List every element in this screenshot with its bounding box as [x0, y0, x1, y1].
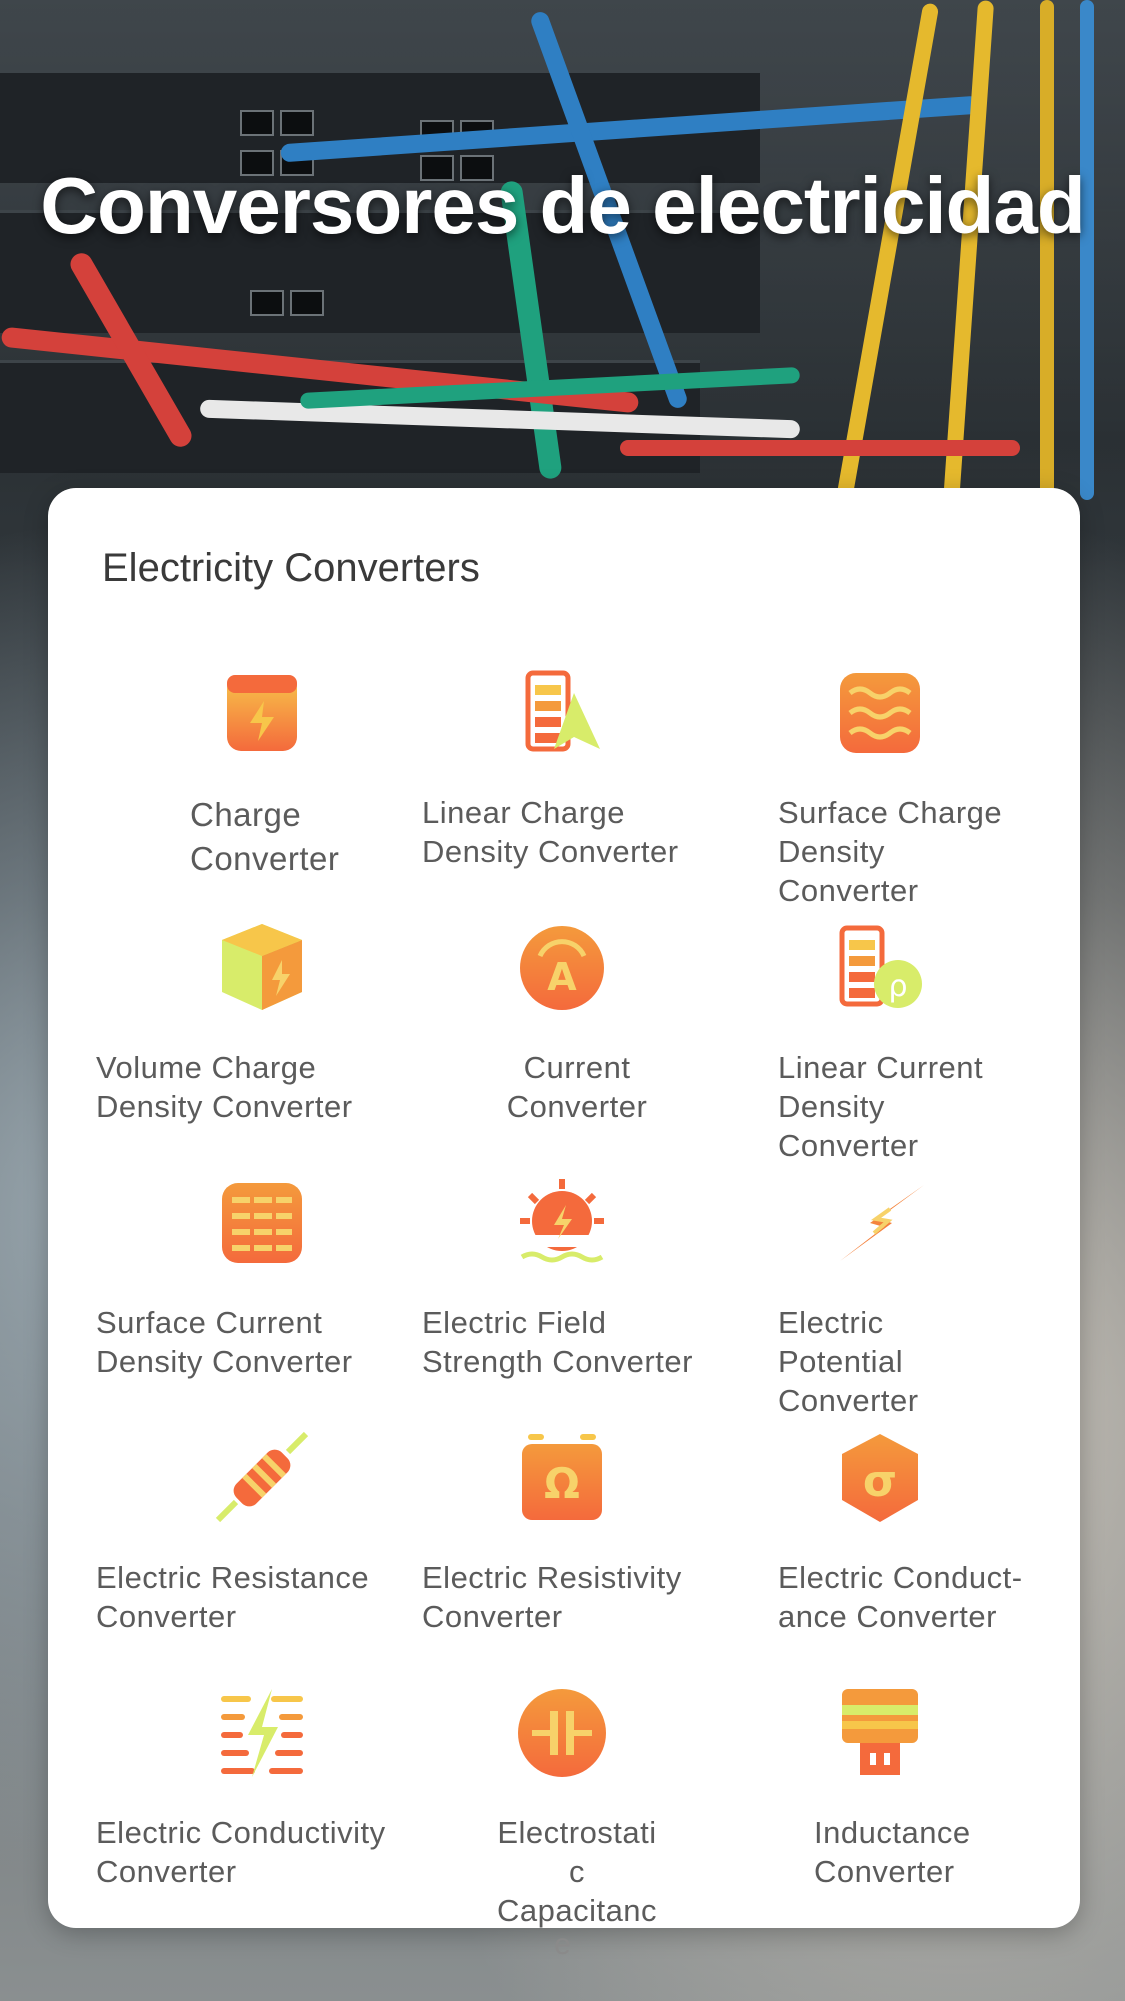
charge-converter-item[interactable]: Charge Converter [102, 663, 442, 913]
item-label: Electrostati c Capacitanc [496, 1815, 658, 1928]
electric-resistance-converter-item[interactable]: Electric Resistance Converter [96, 1428, 436, 1678]
current-icon: A [512, 918, 612, 1018]
item-label: Electric Conductivity Converter [96, 1815, 386, 1889]
surface-charge-density-converter-item[interactable]: Surface Charge Density Converter [778, 663, 1080, 913]
surface-current-density-converter-item[interactable]: Surface Current Density Converter [96, 1173, 436, 1423]
linear-charge-density-icon [512, 663, 612, 763]
surface-current-density-icon [212, 1173, 312, 1273]
electric-conductivity-converter-item[interactable]: Electric Conductivity Converter [96, 1683, 436, 1928]
svg-text:σ: σ [863, 1456, 897, 1507]
item-label: Surface Charge Density Converter [778, 795, 1003, 908]
inductance-converter-item[interactable]: Inductance Converter [778, 1683, 1080, 1928]
linear-current-density-icon: ρ [830, 918, 930, 1018]
electric-conductivity-icon [212, 1683, 312, 1783]
item-label: Inductance Converter [814, 1815, 971, 1889]
electric-field-strength-icon [512, 1173, 612, 1273]
charge-icon [212, 663, 312, 763]
converter-grid: Charge Converter Linear Charge Density Con… [48, 488, 1080, 1928]
item-label: Surface Current Density Converter [96, 1305, 353, 1379]
item-label: Linear Current Density Converter [778, 1050, 984, 1163]
linear-charge-density-converter-item[interactable]: Linear Charge Density Converter [422, 663, 762, 913]
electric-resistance-icon [212, 1428, 312, 1528]
linear-current-density-converter-item[interactable]: ρ Linear Current Density Converter [778, 918, 1080, 1168]
item-label: Electric Resistivity Converter [422, 1560, 682, 1634]
electric-conductance-converter-item[interactable]: σ Electric Conduct-ance Converter [778, 1428, 1080, 1678]
item-label: Volume Charge Density Converter [96, 1050, 353, 1124]
inductance-icon [830, 1683, 930, 1783]
volume-charge-density-converter-item[interactable]: Volume Charge Density Converter [96, 918, 436, 1168]
item-label: Electric Resistance Converter [96, 1560, 370, 1634]
overflow-text: e [554, 1928, 571, 1961]
electric-resistivity-icon: Ω [512, 1428, 612, 1528]
electrostatic-capacitance-converter-item[interactable]: Electrostati c Capacitanc [422, 1683, 762, 1928]
surface-charge-density-icon [830, 663, 930, 763]
electrostatic-capacitance-icon [512, 1683, 612, 1783]
electric-field-strength-converter-item[interactable]: Electric Field Strength Converter [422, 1173, 762, 1423]
item-label: Charge Converter [190, 796, 340, 877]
svg-text:Ω: Ω [544, 1459, 580, 1508]
volume-charge-density-icon [212, 918, 312, 1018]
item-label: Current Converter [506, 1050, 648, 1124]
hero-title: Conversores de electricidad [40, 161, 1086, 250]
item-label: Electric Field Strength Converter [422, 1305, 693, 1379]
electric-potential-icon [830, 1173, 930, 1273]
svg-text:ρ: ρ [888, 969, 907, 1004]
item-label: Linear Charge Density Converter [422, 795, 679, 869]
electric-conductance-icon: σ [830, 1428, 930, 1528]
item-label: Electric Conduct-ance Converter [778, 1560, 1023, 1634]
electric-resistivity-converter-item[interactable]: Ω Electric Resistivity Converter [422, 1428, 762, 1678]
item-label: Electric Potential Converter [778, 1305, 919, 1418]
svg-text:A: A [547, 955, 577, 999]
current-converter-item[interactable]: A Current Converter [422, 918, 762, 1168]
converters-card: Electricity Converters ChargeConverter [48, 488, 1080, 1928]
electric-potential-converter-item[interactable]: Electric Potential Converter [778, 1173, 1080, 1423]
